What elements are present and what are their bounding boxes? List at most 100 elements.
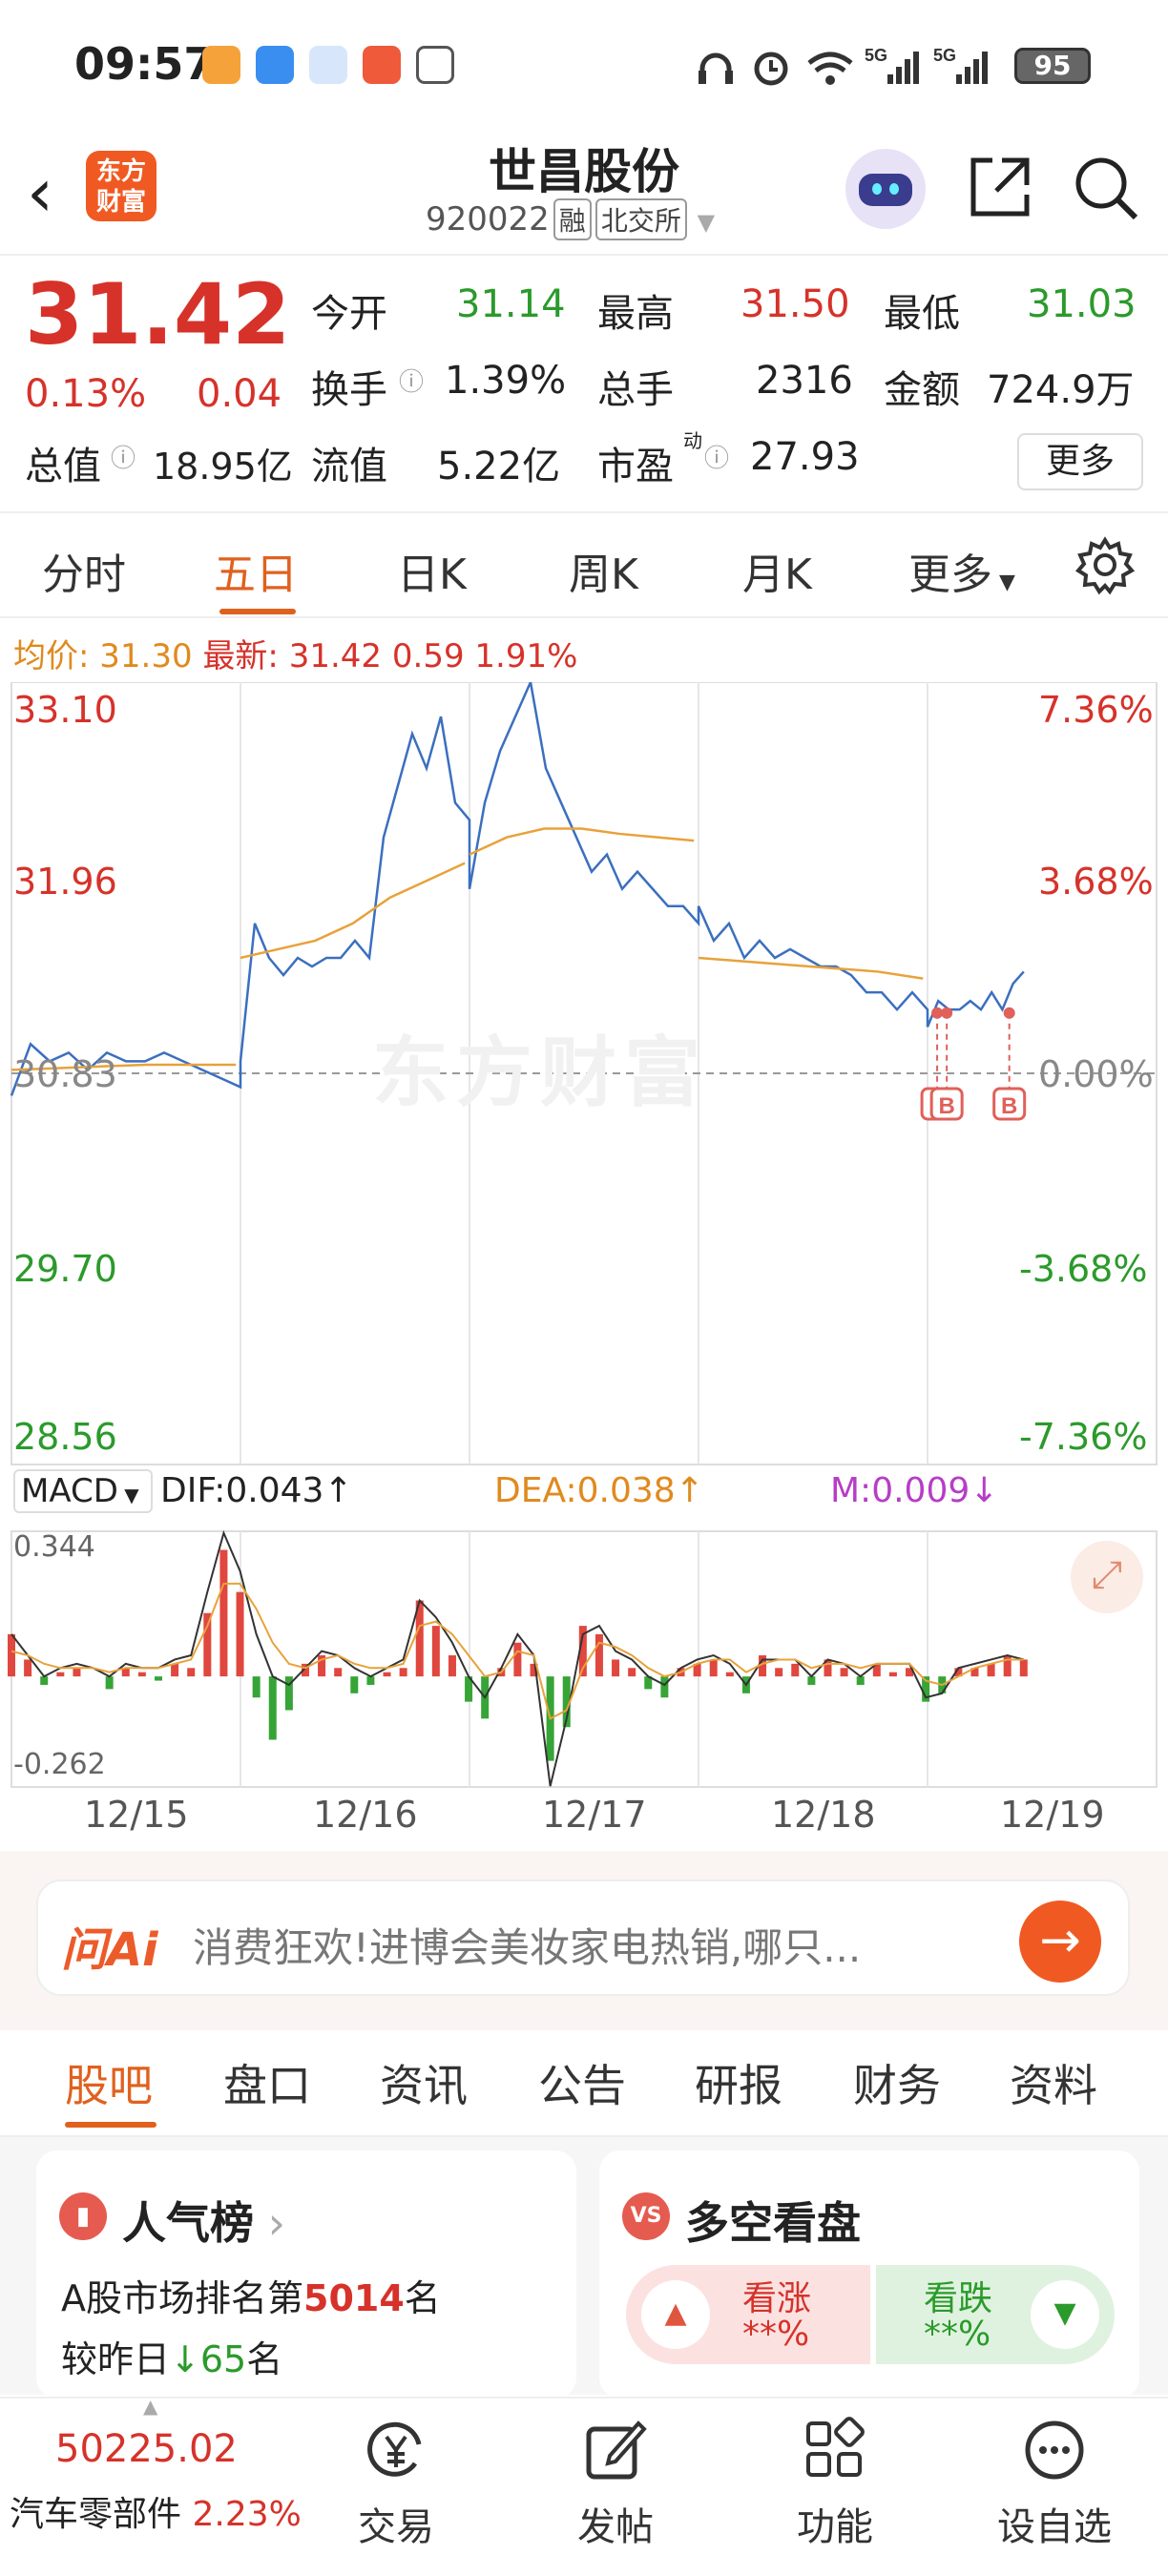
- open-label: 今开: [311, 292, 387, 336]
- amount-value: 724.9万: [987, 368, 1135, 412]
- bullish-button[interactable]: ▲ 看涨 **%: [626, 2265, 870, 2364]
- ai-robot-icon[interactable]: [845, 149, 926, 229]
- sector-pct: 2.23%: [192, 2495, 302, 2534]
- tab-five-day[interactable]: 五日: [214, 540, 298, 601]
- nav-post[interactable]: 发帖: [544, 2416, 687, 2551]
- index-value[interactable]: 50225.02: [55, 2427, 238, 2471]
- turnover-label: 换手: [311, 368, 387, 412]
- macd-dif-value: DIF:0.043: [160, 1471, 324, 1510]
- mktcap-label: 总值: [25, 445, 101, 488]
- yen-exchange-icon: [367, 2421, 422, 2477]
- bearish-button[interactable]: 看跌 **% ▼: [876, 2265, 1115, 2364]
- nav-function[interactable]: 功能: [763, 2416, 907, 2551]
- tab-guba[interactable]: 股吧: [65, 2051, 153, 2114]
- current-price: 31.42: [25, 265, 291, 364]
- nav-watchlist[interactable]: 设自选: [983, 2416, 1126, 2551]
- tab-research[interactable]: 研报: [695, 2051, 782, 2114]
- x-tick-label: 12/15: [84, 1794, 189, 1836]
- more-button[interactable]: 更多: [1017, 433, 1143, 490]
- tab-minute[interactable]: 分时: [42, 540, 126, 601]
- arrow-up-icon: ↑: [675, 1471, 704, 1510]
- macd-m: M:0.009↓: [830, 1471, 998, 1510]
- rank-suffix: 名: [404, 2277, 441, 2319]
- headphone-icon: [699, 52, 733, 84]
- signal-icon-1: [887, 52, 919, 84]
- float-value: 5.22亿: [437, 445, 561, 488]
- y-left-tick: 28.56: [13, 1416, 117, 1458]
- tab-profile[interactable]: 资料: [1010, 2051, 1097, 2114]
- tab-more[interactable]: 更多 ▼: [908, 540, 1015, 601]
- status-time: 09:57: [74, 38, 215, 90]
- bearish-value: **%: [924, 2315, 991, 2354]
- tab-pankou[interactable]: 盘口: [223, 2051, 311, 2114]
- settings-gear-icon[interactable]: [1074, 534, 1136, 595]
- info-icon[interactable]: ⓘ: [399, 363, 424, 398]
- low-label: 最低: [884, 292, 960, 336]
- grid-apps-icon: [806, 2417, 865, 2477]
- arrow-up-icon: ↑: [323, 1471, 353, 1510]
- tab-finance[interactable]: 财务: [853, 2051, 941, 2114]
- tab-news[interactable]: 资讯: [380, 2051, 468, 2114]
- arrow-down-icon: ↓: [170, 2338, 200, 2380]
- info-icon[interactable]: ⓘ: [704, 439, 729, 474]
- status-bar: 09:57 5G 5G 95: [0, 0, 1168, 134]
- x-tick-label: 12/16: [313, 1794, 418, 1836]
- vote-card[interactable]: VS 多空看盘 ▲ 看涨 **% 看跌 **% ▼: [599, 2150, 1139, 2399]
- share-icon[interactable]: [964, 151, 1036, 223]
- cards-area: ▮ 人气榜 › A股市场排名第5014名 较昨日↓65名 VS 多空看盘 ▲ 看…: [0, 2137, 1168, 2399]
- expand-icon[interactable]: ⤢: [1071, 1541, 1143, 1613]
- margin-tag: 融: [553, 198, 592, 240]
- popularity-title-text: 人气榜: [122, 2197, 254, 2249]
- five-day-chart[interactable]: BBB: [0, 682, 1168, 1856]
- tab-monthly-k[interactable]: 月K: [742, 540, 812, 601]
- pe-value: 27.93: [750, 435, 860, 479]
- macd-selector[interactable]: MACD ▼: [13, 1469, 153, 1513]
- y-right-tick: -7.36%: [1019, 1416, 1148, 1458]
- battery-icon: 95: [1014, 48, 1091, 84]
- float-label: 流值: [311, 445, 387, 488]
- nav-trade[interactable]: 交易: [324, 2416, 468, 2551]
- chart-tabs: 分时 五日 日K 周K 月K 更多 ▼: [0, 513, 1168, 618]
- quote-panel: 31.42 0.13% 0.04 今开 31.14 最高 31.50 最低 31…: [0, 256, 1168, 513]
- tab-weekly-k[interactable]: 周K: [569, 540, 638, 601]
- triangle-up-icon: ▲: [641, 2280, 710, 2349]
- delta-value: 65: [199, 2338, 247, 2380]
- rank-line: A股市场排名第5014名: [61, 2269, 441, 2321]
- triangle-down-icon: ▼: [1031, 2280, 1099, 2349]
- macd-y-bottom: -0.262: [13, 1748, 106, 1781]
- watermark: 东方财富: [372, 1028, 708, 1117]
- rank-delta-line: 较昨日↓65名: [61, 2330, 282, 2382]
- tab-announcements[interactable]: 公告: [538, 2051, 626, 2114]
- latest-change-pct: 1.91%: [474, 637, 578, 675]
- caret-up-icon[interactable]: ▲: [143, 2395, 157, 2418]
- nav-trade-label: 交易: [358, 2505, 434, 2549]
- amount-label: 金额: [884, 368, 960, 412]
- popularity-card[interactable]: ▮ 人气榜 › A股市场排名第5014名 较昨日↓65名: [36, 2150, 576, 2399]
- buy-marker-label: B: [1001, 1093, 1017, 1119]
- bottom-nav: ▲ 50225.02 汽车零部件 2.23% 交易 发帖 功能 设自选: [0, 2395, 1168, 2576]
- ai-question-box[interactable]: 问Ai 消费狂欢!进博会美妆家电热销,哪只... →: [36, 1880, 1130, 1996]
- sector-line[interactable]: 汽车零部件 2.23%: [10, 2486, 302, 2536]
- volume-value: 2316: [756, 359, 853, 403]
- open-value: 31.14: [456, 282, 566, 326]
- y-right-tick: -3.68%: [1019, 1248, 1148, 1290]
- caret-down-icon[interactable]: ▼: [698, 209, 715, 236]
- search-icon[interactable]: [1069, 151, 1141, 223]
- macd-dea-line: [10, 1582, 1024, 1720]
- x-tick-label: 12/19: [1000, 1794, 1105, 1836]
- bullish-value: **%: [742, 2315, 810, 2354]
- ai-prompt-text: 消费狂欢!进博会美妆家电热销,哪只...: [193, 1924, 862, 1971]
- vs-icon: VS: [622, 2192, 670, 2240]
- y-right-tick: 3.68%: [1038, 861, 1154, 903]
- mktcap-value: 18.95亿: [153, 446, 293, 488]
- wifi-icon: [807, 52, 853, 85]
- sector-name: 汽车零部件: [10, 2495, 182, 2534]
- info-icon[interactable]: ⓘ: [111, 439, 136, 474]
- arrow-right-icon[interactable]: →: [1019, 1901, 1101, 1983]
- nav-function-label: 功能: [797, 2505, 873, 2549]
- nav-post-label: 发帖: [577, 2505, 654, 2549]
- pe-superscript: 动: [683, 429, 702, 452]
- tab-daily-k[interactable]: 日K: [397, 540, 467, 601]
- change-amount: 0.04: [197, 372, 282, 416]
- x-tick-label: 12/17: [542, 1794, 647, 1836]
